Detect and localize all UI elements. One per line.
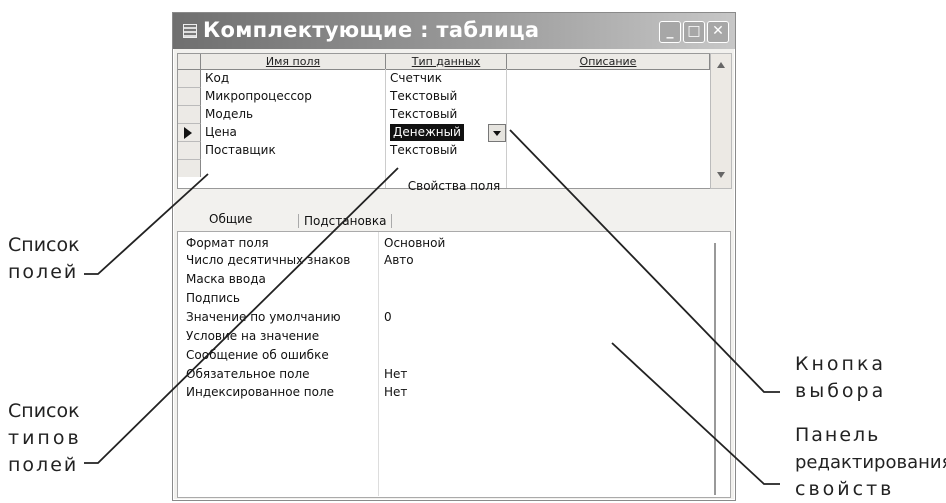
grid-corner [178, 54, 201, 70]
data-type-cell[interactable]: Текстовый [390, 88, 457, 105]
property-label: Условие на значение [186, 329, 320, 343]
property-value[interactable]: 0 [384, 310, 392, 324]
callout-field-list: Список полей [8, 232, 80, 286]
current-row-selector[interactable] [178, 124, 201, 142]
field-properties-title: Свойства поля [407, 179, 501, 193]
field-name-cell[interactable]: Код [205, 70, 229, 87]
callout-text: типов [8, 427, 82, 449]
properties-panel: Формат поля Основной Число десятичных зн… [177, 231, 731, 498]
property-label: Подпись [186, 291, 240, 305]
property-label: Сообщение об ошибке [186, 348, 329, 362]
field-name-cell[interactable]: Микропроцессор [205, 88, 312, 105]
field-name-cell[interactable]: Цена [205, 124, 237, 141]
callout-text: редактирования [795, 452, 946, 473]
callout-select-button: Кнопка выбора [795, 351, 886, 405]
property-label: Обязательное поле [186, 367, 310, 381]
data-type-cell[interactable]: Текстовый [390, 142, 457, 159]
row-selector[interactable] [178, 88, 201, 106]
callout-edit-panel: Панель редактирования свойств [795, 422, 946, 503]
callout-text: полей [8, 454, 79, 476]
callout-text: полей [8, 261, 79, 283]
callout-text: Список [8, 400, 80, 422]
property-label: Формат поля [186, 236, 269, 250]
table-design-window: Комплектующие : таблица _ □ ✕ Имя поля Т… [172, 12, 736, 501]
header-description: Описание [507, 54, 710, 70]
close-button[interactable]: ✕ [707, 21, 729, 43]
row-selector[interactable] [178, 70, 201, 88]
title-bar[interactable]: Комплектующие : таблица _ □ ✕ [173, 13, 735, 49]
chevron-down-icon [493, 131, 501, 136]
minimize-button[interactable]: _ [659, 21, 681, 43]
callout-text: выбора [795, 380, 887, 402]
grid-scrollbar[interactable] [710, 53, 732, 189]
properties-scrollbar[interactable] [714, 243, 716, 495]
scroll-arrows-icon [717, 62, 725, 178]
header-field-name: Имя поля [201, 54, 386, 70]
field-name-cell[interactable]: Модель [205, 106, 253, 123]
window-title: Комплектующие : таблица [203, 18, 540, 42]
field-grid: Имя поля Тип данных Описание Код Счетчик… [177, 53, 711, 189]
property-label: Индексированное поле [186, 385, 335, 399]
type-dropdown-button[interactable] [488, 124, 506, 142]
table-icon [183, 24, 197, 38]
property-label: Значение по умолчанию [186, 310, 341, 324]
data-type-cell-selected[interactable]: Денежный [390, 124, 464, 141]
property-value[interactable]: Нет [384, 367, 407, 381]
data-type-cell[interactable]: Счетчик [390, 70, 442, 87]
row-selector[interactable] [178, 160, 201, 177]
tab-general[interactable]: Общие [209, 212, 252, 226]
property-value[interactable]: Нет [384, 385, 407, 399]
row-selector[interactable] [178, 106, 201, 124]
data-type-cell[interactable]: Текстовый [390, 106, 457, 123]
tab-lookup[interactable]: Подстановка [298, 214, 393, 228]
row-selector[interactable] [178, 142, 201, 160]
property-value[interactable]: Авто [384, 253, 414, 267]
callout-type-list: Список типов полей [8, 398, 82, 479]
callout-text: Кнопка [795, 353, 887, 375]
property-label: Маска ввода [186, 272, 266, 286]
property-label: Число десятичных знаков [186, 253, 351, 267]
callout-text: Панель [795, 424, 881, 446]
current-row-arrow-icon [184, 127, 192, 139]
maximize-button[interactable]: □ [683, 21, 705, 43]
callout-text: Список [8, 234, 80, 256]
field-name-cell[interactable]: Поставщик [205, 142, 276, 159]
header-data-type: Тип данных [386, 54, 507, 70]
property-value[interactable]: Основной [384, 236, 445, 250]
